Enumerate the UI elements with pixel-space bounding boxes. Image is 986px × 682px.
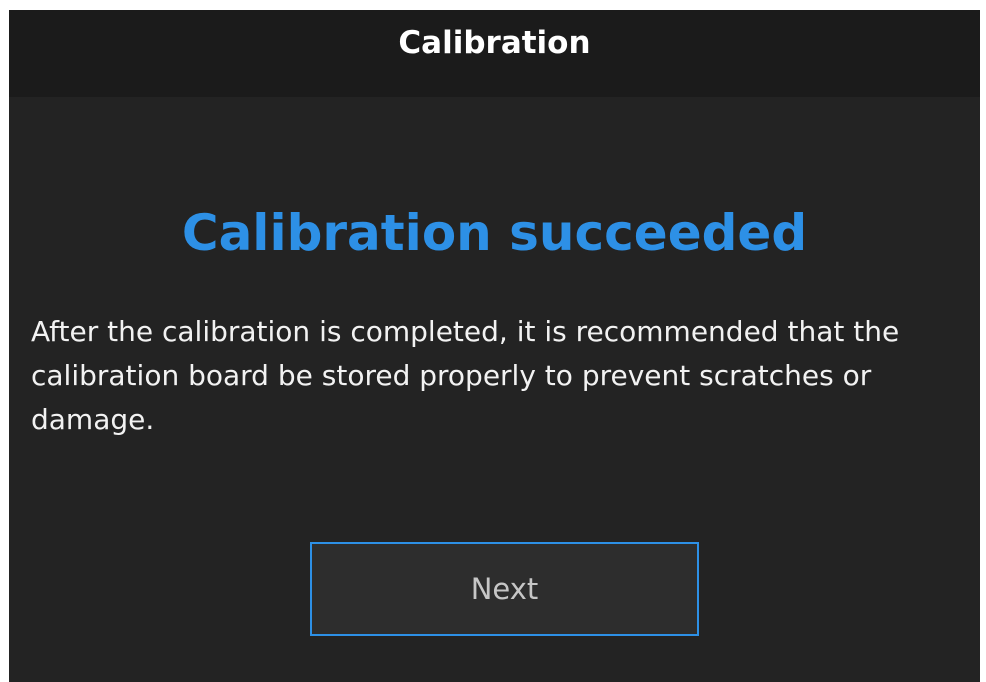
dialog-title: Calibration [398,25,591,61]
calibration-dialog: Calibration Calibration succeeded After … [9,10,980,682]
title-bar: Calibration [9,10,980,97]
next-button[interactable]: Next [310,542,699,636]
success-heading: Calibration succeeded [181,204,808,262]
success-message: After the calibration is completed, it i… [31,315,900,436]
